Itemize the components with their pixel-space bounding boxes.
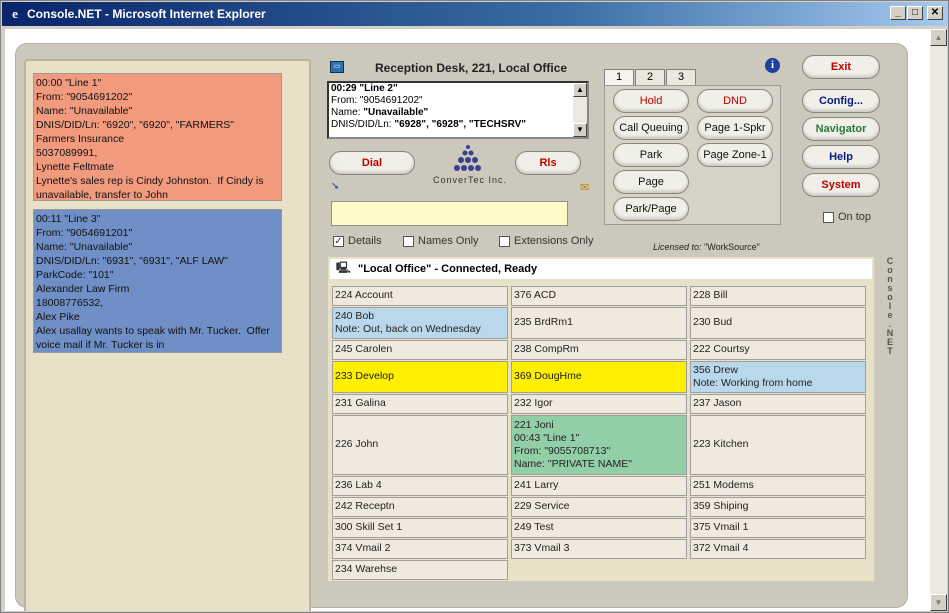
grid-status-text: "Local Office" - Connected, Ready: [358, 263, 538, 275]
on-top-checkbox[interactable]: On top: [823, 211, 871, 223]
extensions-grid: 🖳 "Local Office" - Connected, Ready 224 …: [328, 257, 874, 581]
extension-cell[interactable]: 241 Larry: [511, 476, 687, 496]
tab-3[interactable]: 3: [666, 69, 696, 85]
page-scrollbar[interactable]: ▲ ▼: [930, 29, 947, 611]
extension-cell[interactable]: 222 Courtsy: [690, 340, 866, 360]
extension-cell[interactable]: 240 Bob Note: Out, back on Wednesday: [332, 307, 508, 339]
window-title: Console.NET - Microsoft Internet Explore…: [27, 7, 266, 21]
dnd-button[interactable]: DND: [697, 89, 773, 113]
extension-cell[interactable]: 356 Drew Note: Working from home: [690, 361, 866, 393]
extension-cell[interactable]: 359 Shiping: [690, 497, 866, 517]
extension-cell[interactable]: 245 Carolen: [332, 340, 508, 360]
tab-1[interactable]: 1: [604, 69, 634, 85]
details-option[interactable]: ✓ Details: [333, 235, 382, 247]
extension-cell[interactable]: 300 Skill Set 1: [332, 518, 508, 538]
extension-cell[interactable]: 369 DougHme: [511, 361, 687, 393]
page-scroll-up-icon[interactable]: ▲: [930, 29, 947, 46]
extension-cell[interactable]: 223 Kitchen: [690, 415, 866, 475]
help-button[interactable]: Help: [802, 145, 880, 169]
dial-button[interactable]: Dial: [329, 151, 415, 175]
extension-cell[interactable]: 249 Test: [511, 518, 687, 538]
extension-cell[interactable]: 232 Igor: [511, 394, 687, 414]
extension-cell[interactable]: 238 CompRm: [511, 340, 687, 360]
logo-mark-icon: [454, 145, 481, 171]
button-tabs: 1 2 3: [604, 69, 697, 85]
on-top-box[interactable]: [823, 211, 834, 223]
extension-cell[interactable]: 373 Vmail 3: [511, 539, 687, 559]
logo-text: ConverTec Inc.: [432, 175, 508, 185]
extensions-only-label: Extensions Only: [514, 235, 594, 247]
extension-cell[interactable]: 375 Vmail 1: [690, 518, 866, 538]
page-content: 00:00 "Line 1" From: "9054691202" Name: …: [5, 29, 930, 611]
call-line-3: Name: "Unavailable": [331, 107, 429, 118]
extension-cell[interactable]: 237 Jason: [690, 394, 866, 414]
extension-cell[interactable]: 224 Account: [332, 286, 508, 306]
notes-field[interactable]: [331, 201, 568, 226]
details-label: Details: [348, 235, 382, 247]
extension-cell[interactable]: 251 Modems: [690, 476, 866, 496]
call-box-scrollbar[interactable]: ▲ ▼: [573, 83, 587, 137]
config-button[interactable]: Config...: [802, 89, 880, 113]
extension-cell[interactable]: 221 Joni 00:43 "Line 1" From: "905570871…: [511, 415, 687, 475]
call-queuing-button[interactable]: Call Queuing: [613, 116, 689, 140]
page-scroll-down-icon[interactable]: ▼: [930, 594, 947, 611]
grid-status-header: 🖳 "Local Office" - Connected, Ready: [330, 259, 872, 279]
minimize-button[interactable]: _: [890, 6, 906, 20]
extension-cell[interactable]: 242 Receptn: [332, 497, 508, 517]
license-info: Licensed to: "WorkSource": [653, 242, 760, 252]
extension-cell[interactable]: 228 Bill: [690, 286, 866, 306]
exit-button[interactable]: Exit: [802, 55, 880, 79]
call-line-1: 00:29 "Line 2": [331, 83, 398, 94]
console-net-vertical-label: Console.NET: [886, 256, 894, 356]
details-checked-icon[interactable]: ✓: [333, 235, 344, 247]
extensions-only-box[interactable]: [499, 235, 510, 247]
park-page-button[interactable]: Park/Page: [613, 197, 689, 221]
extension-cell[interactable]: 231 Galina: [332, 394, 508, 414]
system-button[interactable]: System: [802, 173, 880, 197]
tab-2[interactable]: 2: [635, 69, 665, 85]
close-button[interactable]: ✕: [927, 6, 943, 20]
page-button[interactable]: Page: [613, 170, 689, 194]
call-card-line1[interactable]: 00:00 "Line 1" From: "9054691202" Name: …: [33, 73, 282, 201]
call-line-2: From: "9054691202": [331, 95, 423, 106]
hold-button[interactable]: Hold: [613, 89, 689, 113]
license-label: Licensed to:: [653, 242, 702, 252]
on-top-label: On top: [838, 211, 872, 223]
page-1-spkr-button[interactable]: Page 1-Spkr: [697, 116, 773, 140]
navigator-button[interactable]: Navigator: [802, 117, 880, 141]
park-button[interactable]: Park: [613, 143, 689, 167]
transfer-arrow-icon: ➘: [331, 181, 340, 192]
scroll-down-icon[interactable]: ▼: [573, 123, 587, 137]
computer-icon: 🖳: [336, 262, 351, 274]
call-card-line3[interactable]: 00:11 "Line 3" From: "9054691201" Name: …: [33, 209, 282, 353]
license-value: "WorkSource": [704, 242, 760, 252]
browser-window: e Console.NET - Microsoft Internet Explo…: [0, 0, 949, 613]
current-call-box: 00:29 "Line 2" From: "9054691202" Name: …: [327, 81, 589, 139]
extension-cell[interactable]: 374 Vmail 2: [332, 539, 508, 559]
extension-cell[interactable]: 230 Bud: [690, 307, 866, 339]
call-line-4: DNIS/DID/Ln: "6928", "6928", "TECHSRV": [331, 119, 527, 130]
extension-cell[interactable]: 229 Service: [511, 497, 687, 517]
info-icon[interactable]: i: [765, 58, 780, 73]
extension-cell[interactable]: 226 John: [332, 415, 508, 475]
extension-cell[interactable]: 235 BrdRm1: [511, 307, 687, 339]
page-zone-1-button[interactable]: Page Zone-1: [697, 143, 773, 167]
mail-icon: ✉: [580, 182, 590, 194]
extension-cell[interactable]: 372 Vmail 4: [690, 539, 866, 559]
extension-cell[interactable]: 236 Lab 4: [332, 476, 508, 496]
extension-cell[interactable]: 376 ACD: [511, 286, 687, 306]
names-only-option[interactable]: Names Only: [403, 235, 479, 247]
names-only-label: Names Only: [418, 235, 479, 247]
scroll-up-icon[interactable]: ▲: [573, 83, 587, 97]
extension-cell[interactable]: 233 Develop: [332, 361, 508, 393]
convertec-logo: ConverTec Inc.: [415, 143, 525, 187]
names-only-box[interactable]: [403, 235, 414, 247]
maximize-button[interactable]: □: [907, 6, 923, 20]
active-calls-panel: 00:00 "Line 1" From: "9054691202" Name: …: [24, 59, 311, 611]
extension-cell[interactable]: 234 Warehse: [332, 560, 508, 580]
ie-icon: e: [12, 6, 18, 21]
extensions-only-option[interactable]: Extensions Only: [499, 235, 593, 247]
title-bar: e Console.NET - Microsoft Internet Explo…: [2, 2, 948, 26]
monitor-icon: ▭: [330, 61, 344, 73]
